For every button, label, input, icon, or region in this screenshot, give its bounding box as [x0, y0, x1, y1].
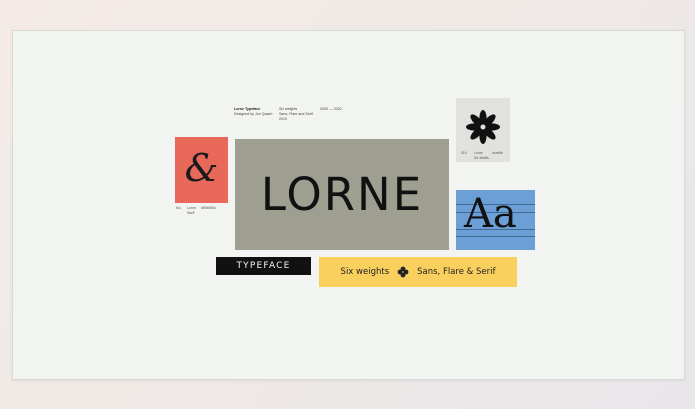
hero-wordmark-panel: LORNE: [235, 139, 449, 250]
meta-column-weights: Six weights Sans, Flare and Serif 2019: [279, 107, 313, 122]
meta-range: 2000 — 2020: [320, 107, 342, 111]
flower-caption-file: Iconfile: [492, 151, 503, 155]
flower-caption-motifs: Six Motifs: [474, 155, 489, 160]
ampersand-caption-style: Serif: [187, 211, 195, 215]
ampersand-caption-hex: #E8695A: [201, 206, 216, 210]
specimen-aa-glyph: Aa: [464, 191, 517, 237]
quatrefoil-icon: [397, 266, 409, 278]
flower-icon: [466, 110, 500, 144]
meta-designer: Designed by Jon Quach: [234, 112, 273, 116]
ampersand-caption-name: Lorne Serif: [187, 206, 196, 216]
typeface-label: TYPEFACE: [216, 257, 311, 275]
ampersand-card: &: [175, 137, 228, 203]
weights-text: Six weights: [340, 267, 390, 277]
flower-caption-no: 014: [461, 151, 467, 155]
weights-banner: Six weights Sans, Flare & Serif: [319, 257, 517, 287]
flower-caption-name: Lorne Six Motifs: [474, 151, 489, 160]
wordmark: LORNE: [260, 168, 424, 221]
meta-column-range: 2000 — 2020: [320, 107, 342, 112]
meta-year: 2019: [279, 117, 287, 121]
specimen-aa-card: Aa: [456, 190, 535, 250]
meta-column-designer: Lorne Typeface Designed by Jon Quach: [234, 107, 272, 117]
ampersand-caption-no: No.: [176, 206, 182, 210]
ampersand-glyph: &: [184, 146, 219, 190]
styles-text: Sans, Flare & Serif: [417, 267, 496, 277]
